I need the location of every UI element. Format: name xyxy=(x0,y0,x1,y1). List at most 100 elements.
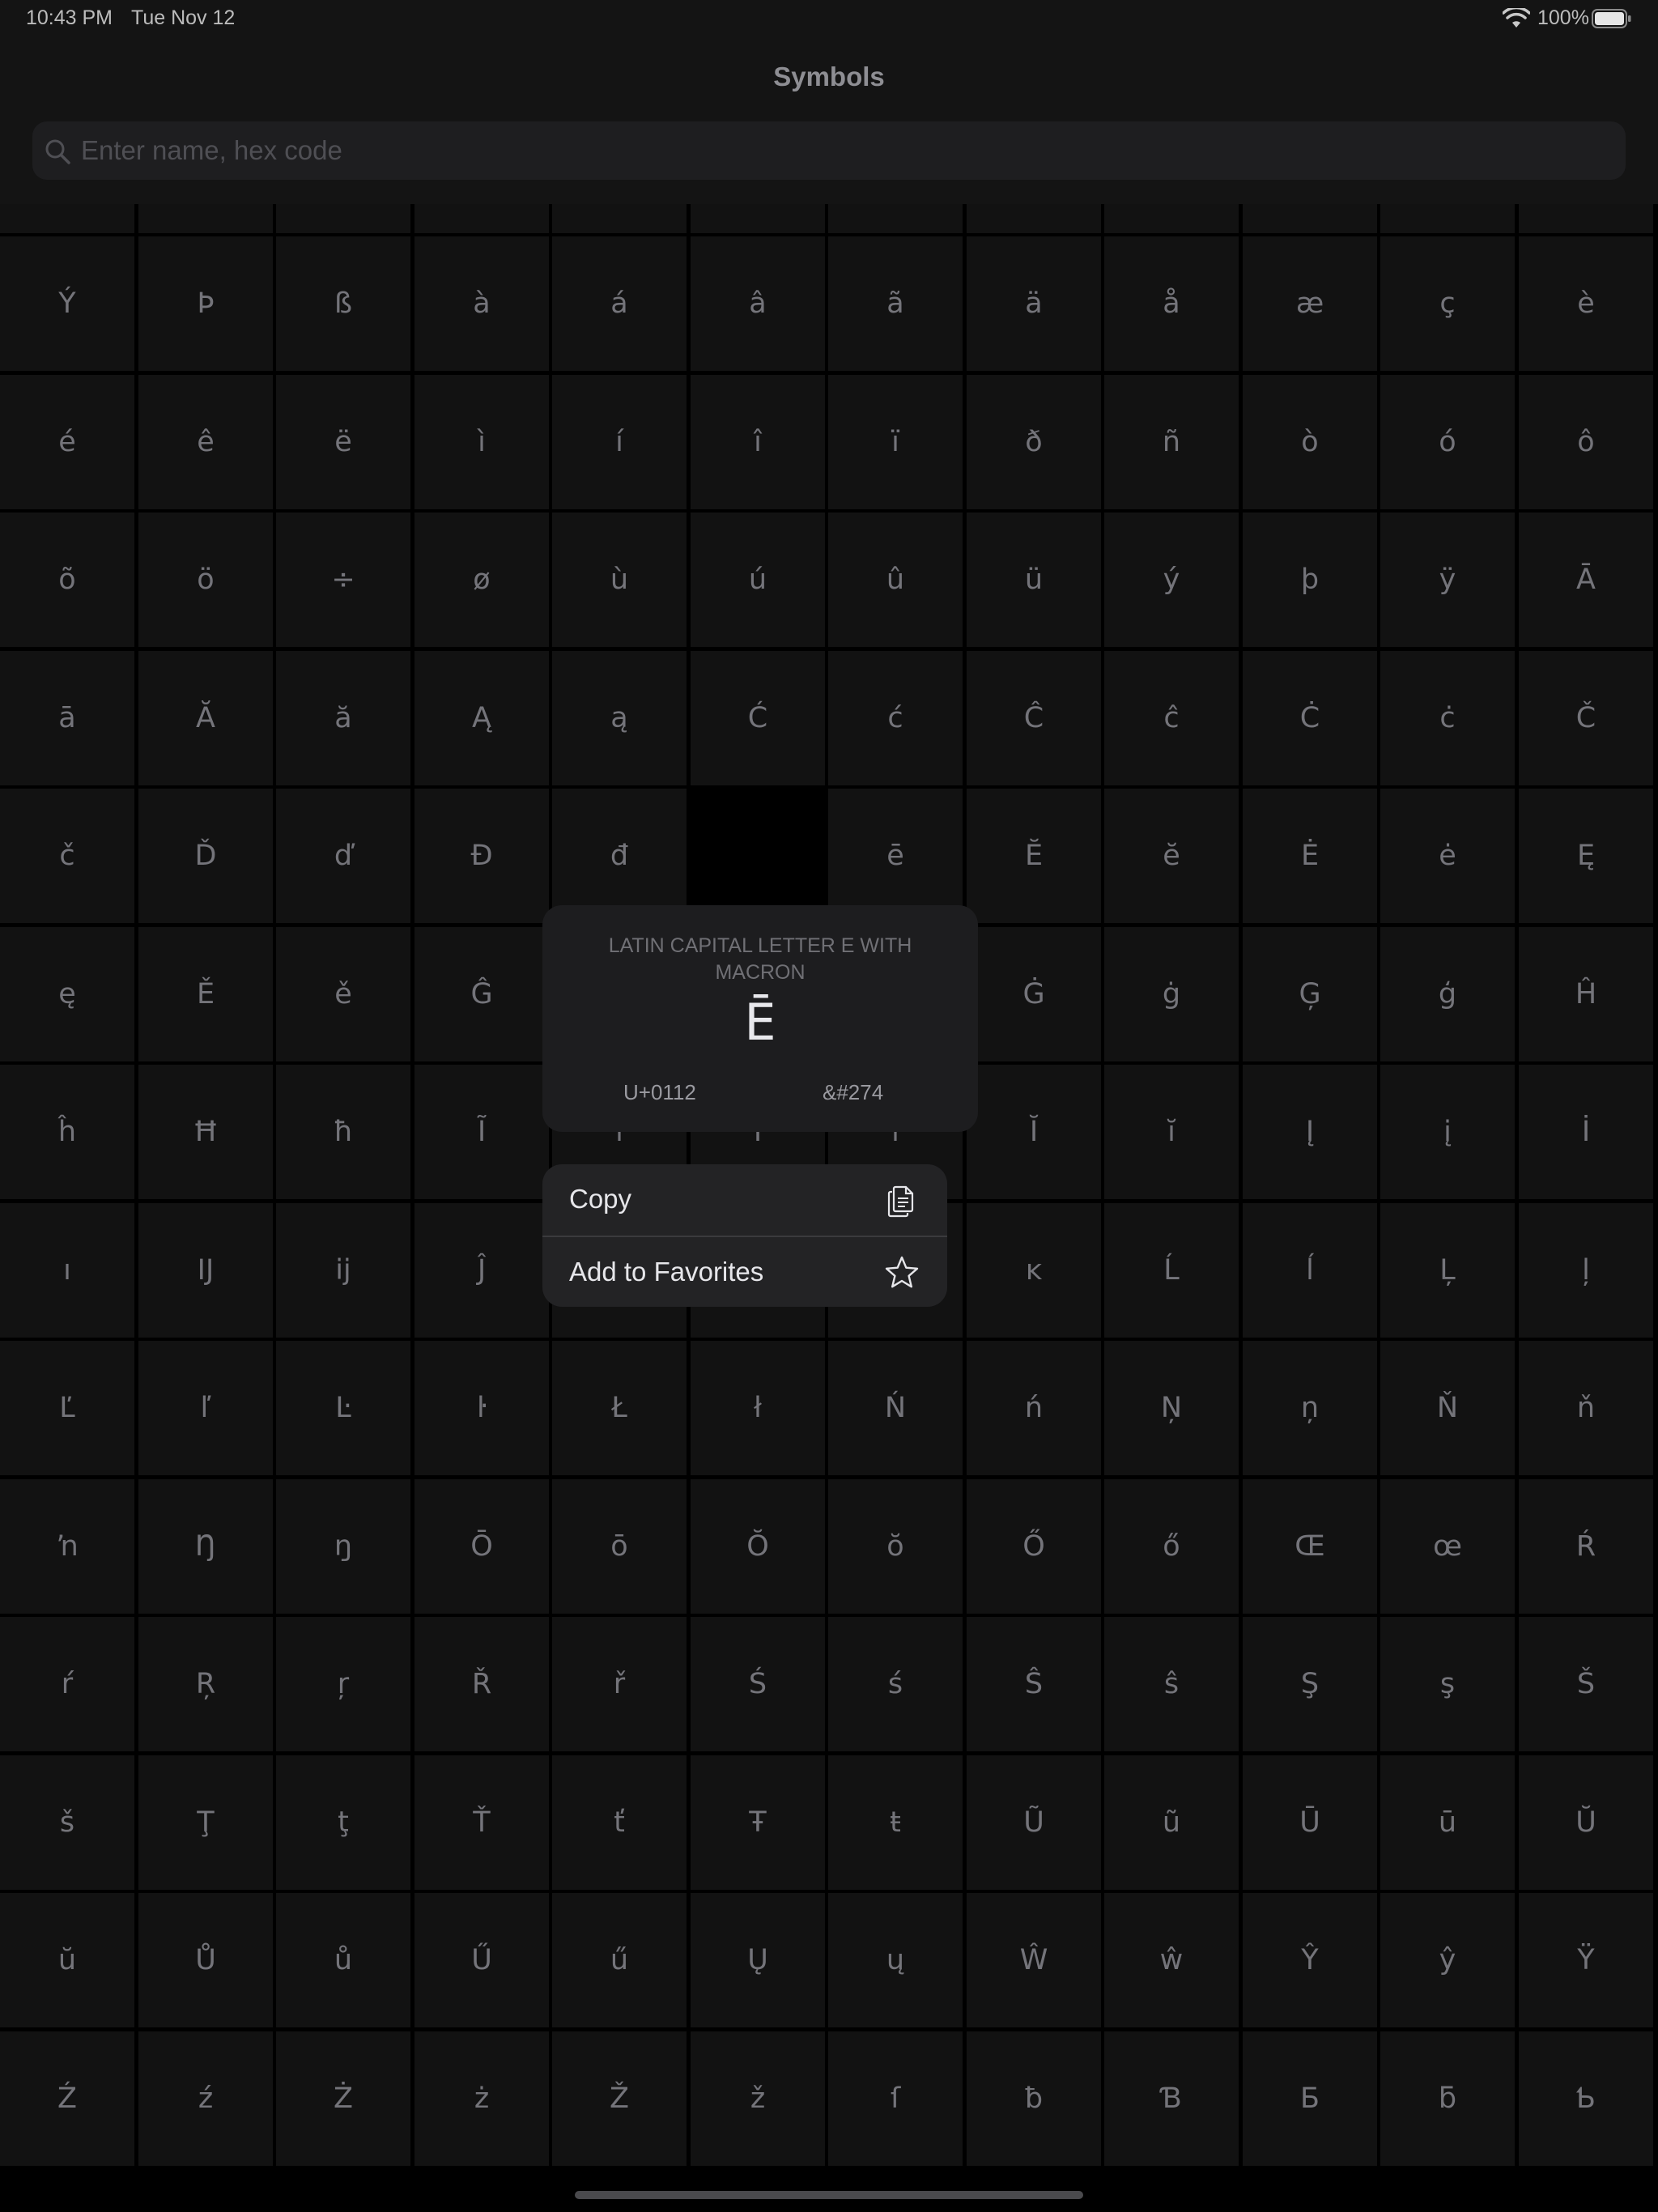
symbol-cell[interactable]: ĸ xyxy=(967,1203,1101,1338)
symbol-cell[interactable]: è xyxy=(1519,236,1653,371)
symbol-cell[interactable]: ƀ xyxy=(967,2031,1101,2166)
symbol-cell[interactable]: Ɓ xyxy=(1104,2031,1239,2166)
symbol-cell[interactable]: ó xyxy=(1380,375,1515,509)
symbol-cell[interactable]: ť xyxy=(552,1755,687,1890)
symbol-cell[interactable]: į xyxy=(1380,1065,1515,1199)
symbol-cell[interactable]: ÿ xyxy=(1380,513,1515,647)
symbol-cell[interactable]: ſ xyxy=(828,2031,963,2166)
symbol-cell[interactable]: ŝ xyxy=(1104,1617,1239,1751)
symbol-cell[interactable]: ø xyxy=(414,513,549,647)
symbol-cell[interactable]: ű xyxy=(552,1893,687,2027)
symbol-cell[interactable] xyxy=(1104,204,1239,233)
symbol-cell[interactable]: ż xyxy=(414,2031,549,2166)
symbol-cell[interactable]: ŏ xyxy=(828,1479,963,1614)
symbol-cell[interactable]: Ŵ xyxy=(967,1893,1101,2027)
symbol-cell-selected[interactable] xyxy=(691,789,825,923)
symbol-cell[interactable]: ď xyxy=(276,789,410,923)
symbol-cell[interactable]: Ż xyxy=(276,2031,410,2166)
symbol-cell[interactable]: ŀ xyxy=(414,1341,549,1475)
symbol-cell[interactable]: Ŷ xyxy=(1243,1893,1377,2027)
symbol-cell[interactable]: Ĩ xyxy=(414,1065,549,1199)
symbol-cell[interactable]: Ĺ xyxy=(1104,1203,1239,1338)
symbol-cell[interactable]: ŕ xyxy=(0,1617,134,1751)
symbol-cell[interactable]: Ů xyxy=(138,1893,273,2027)
symbol-cell[interactable]: ġ xyxy=(1104,927,1239,1061)
symbol-cell[interactable]: Ŀ xyxy=(276,1341,410,1475)
symbol-cell[interactable]: ą xyxy=(552,651,687,785)
symbol-cell[interactable]: Ę xyxy=(1519,789,1653,923)
symbol-cell[interactable]: ř xyxy=(552,1617,687,1751)
symbol-cell[interactable]: Ÿ xyxy=(1519,1893,1653,2027)
symbol-cell[interactable]: š xyxy=(0,1755,134,1890)
symbol-cell[interactable]: Ŭ xyxy=(1519,1755,1653,1890)
symbol-cell[interactable]: Č xyxy=(1519,651,1653,785)
symbol-cell[interactable]: ē xyxy=(828,789,963,923)
symbol-cell[interactable] xyxy=(0,204,134,233)
symbol-cell[interactable]: ı xyxy=(0,1203,134,1338)
symbol-cell[interactable]: ś xyxy=(828,1617,963,1751)
symbol-cell[interactable]: Ť xyxy=(414,1755,549,1890)
symbol-cell[interactable]: Ũ xyxy=(967,1755,1101,1890)
symbol-cell[interactable]: ö xyxy=(138,513,273,647)
add-to-favorites-menu-item[interactable]: Add to Favorites xyxy=(542,1237,947,1307)
symbol-cell[interactable]: â xyxy=(691,236,825,371)
symbol-cell[interactable]: Ĉ xyxy=(967,651,1101,785)
symbol-cell[interactable]: Ş xyxy=(1243,1617,1377,1751)
symbol-cell[interactable]: ý xyxy=(1104,513,1239,647)
symbol-cell[interactable]: ß xyxy=(276,236,410,371)
symbol-cell[interactable] xyxy=(552,204,687,233)
symbol-cell[interactable]: û xyxy=(828,513,963,647)
symbol-cell[interactable]: Ū xyxy=(1243,1755,1377,1890)
symbol-cell[interactable]: ü xyxy=(967,513,1101,647)
search-input[interactable] xyxy=(81,121,1603,180)
symbol-cell[interactable]: ů xyxy=(276,1893,410,2027)
symbol-cell[interactable]: Ď xyxy=(138,789,273,923)
symbol-cell[interactable]: ū xyxy=(1380,1755,1515,1890)
symbol-cell[interactable]: ã xyxy=(828,236,963,371)
symbol-cell[interactable]: Ļ xyxy=(1380,1203,1515,1338)
symbol-cell[interactable]: Ŋ xyxy=(138,1479,273,1614)
symbol-cell[interactable]: ë xyxy=(276,375,410,509)
symbol-cell[interactable]: Ĥ xyxy=(1519,927,1653,1061)
symbol-cell[interactable]: Ź xyxy=(0,2031,134,2166)
symbol-cell[interactable]: Į xyxy=(1243,1065,1377,1199)
symbol-cell[interactable]: ā xyxy=(0,651,134,785)
symbol-cell[interactable]: Ŗ xyxy=(138,1617,273,1751)
symbol-cell[interactable]: Ā xyxy=(1519,513,1653,647)
symbol-cell[interactable]: Ě xyxy=(138,927,273,1061)
symbol-cell[interactable]: Š xyxy=(1519,1617,1653,1751)
symbol-cell[interactable]: Ŝ xyxy=(967,1617,1101,1751)
symbol-cell[interactable]: ê xyxy=(138,375,273,509)
symbol-cell[interactable]: Ō xyxy=(414,1479,549,1614)
symbol-cell[interactable]: ĉ xyxy=(1104,651,1239,785)
symbol-cell[interactable]: ň xyxy=(1519,1341,1653,1475)
symbol-cell[interactable]: ţ xyxy=(276,1755,410,1890)
symbol-cell[interactable]: İ xyxy=(1519,1065,1653,1199)
symbol-cell[interactable]: œ xyxy=(1380,1479,1515,1614)
symbol-cell[interactable]: ő xyxy=(1104,1479,1239,1614)
symbol-cell[interactable]: ç xyxy=(1380,236,1515,371)
search-bar[interactable] xyxy=(32,121,1626,180)
symbol-cell[interactable]: Ų xyxy=(691,1893,825,2027)
symbol-cell[interactable]: í xyxy=(552,375,687,509)
symbol-cell[interactable]: ć xyxy=(828,651,963,785)
symbol-cell[interactable]: ŗ xyxy=(276,1617,410,1751)
symbol-cell[interactable]: Ƅ xyxy=(1519,2031,1653,2166)
symbol-cell[interactable]: ŭ xyxy=(0,1893,134,2027)
symbol-cell[interactable]: Ƃ xyxy=(1243,2031,1377,2166)
symbol-cell[interactable]: ģ xyxy=(1380,927,1515,1061)
symbol-cell[interactable] xyxy=(1243,204,1377,233)
symbol-cell[interactable]: ħ xyxy=(276,1065,410,1199)
symbol-cell[interactable]: ĭ xyxy=(1104,1065,1239,1199)
symbol-cell[interactable]: ĺ xyxy=(1243,1203,1377,1338)
symbol-cell[interactable]: ä xyxy=(967,236,1101,371)
symbol-cell[interactable]: ï xyxy=(828,375,963,509)
symbol-cell[interactable]: ă xyxy=(276,651,410,785)
symbol-cell[interactable]: Ħ xyxy=(138,1065,273,1199)
symbol-cell[interactable]: Ģ xyxy=(1243,927,1377,1061)
symbol-cell[interactable]: Œ xyxy=(1243,1479,1377,1614)
symbol-cell[interactable] xyxy=(691,204,825,233)
symbol-cell[interactable]: ñ xyxy=(1104,375,1239,509)
symbol-cell[interactable]: Ŕ xyxy=(1519,1479,1653,1614)
symbol-cell[interactable]: Ý xyxy=(0,236,134,371)
